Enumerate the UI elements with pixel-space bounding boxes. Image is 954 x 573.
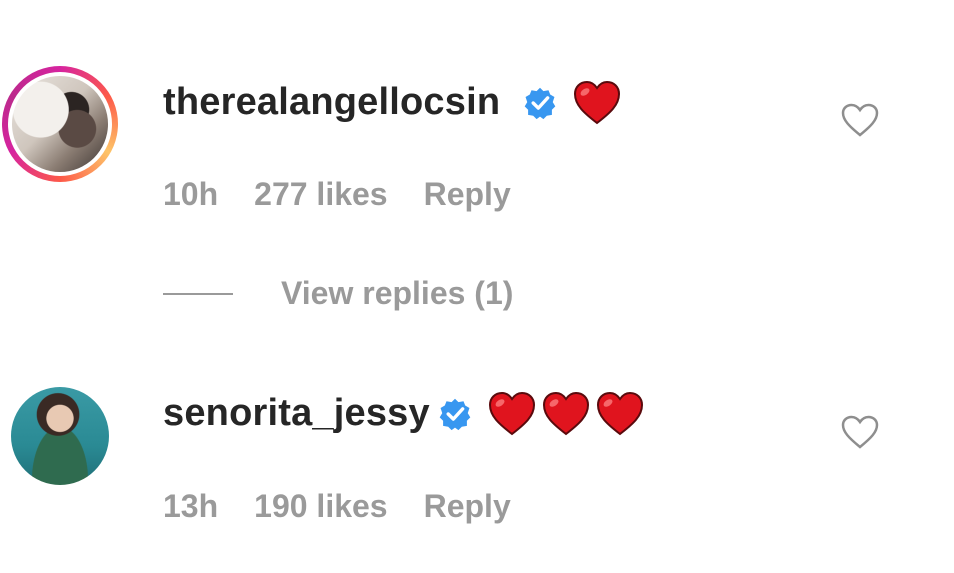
comment-meta: 10h 277 likes Reply — [163, 176, 547, 213]
comment-item: therealangellocsin 10h 277 likes Reply V… — [0, 0, 954, 330]
reply-button[interactable]: Reply — [424, 176, 511, 213]
heart-outline-icon[interactable] — [840, 102, 880, 138]
comment-username[interactable]: senorita_jessy — [163, 392, 430, 435]
comment-time: 10h — [163, 176, 219, 212]
verified-badge-icon — [439, 398, 471, 431]
avatar-photo — [12, 76, 108, 172]
comment-meta: 13h 190 likes Reply — [163, 488, 547, 525]
comment-likes[interactable]: 277 likes — [254, 176, 387, 213]
comment-likes[interactable]: 190 likes — [254, 488, 387, 525]
red-heart-emoji-icon — [573, 80, 621, 125]
comment-text — [487, 391, 645, 437]
heart-outline-icon[interactable] — [840, 414, 880, 450]
view-replies-label: View replies (1) — [281, 275, 514, 311]
comment-text — [572, 80, 622, 126]
avatar[interactable] — [2, 66, 118, 182]
comment-username[interactable]: therealangellocsin — [163, 81, 500, 124]
red-heart-emoji-icon — [488, 391, 536, 436]
comment-item: senorita_jessy 13h 190 likes Reply — [0, 370, 954, 573]
red-heart-emoji-icon — [596, 391, 644, 436]
red-heart-emoji-icon — [542, 391, 590, 436]
verified-badge-icon — [524, 87, 556, 120]
comment-time: 13h — [163, 488, 219, 524]
avatar[interactable] — [11, 387, 109, 485]
reply-button[interactable]: Reply — [424, 488, 511, 525]
view-replies-button[interactable]: View replies (1) — [163, 275, 513, 312]
view-replies-divider — [163, 292, 233, 295]
